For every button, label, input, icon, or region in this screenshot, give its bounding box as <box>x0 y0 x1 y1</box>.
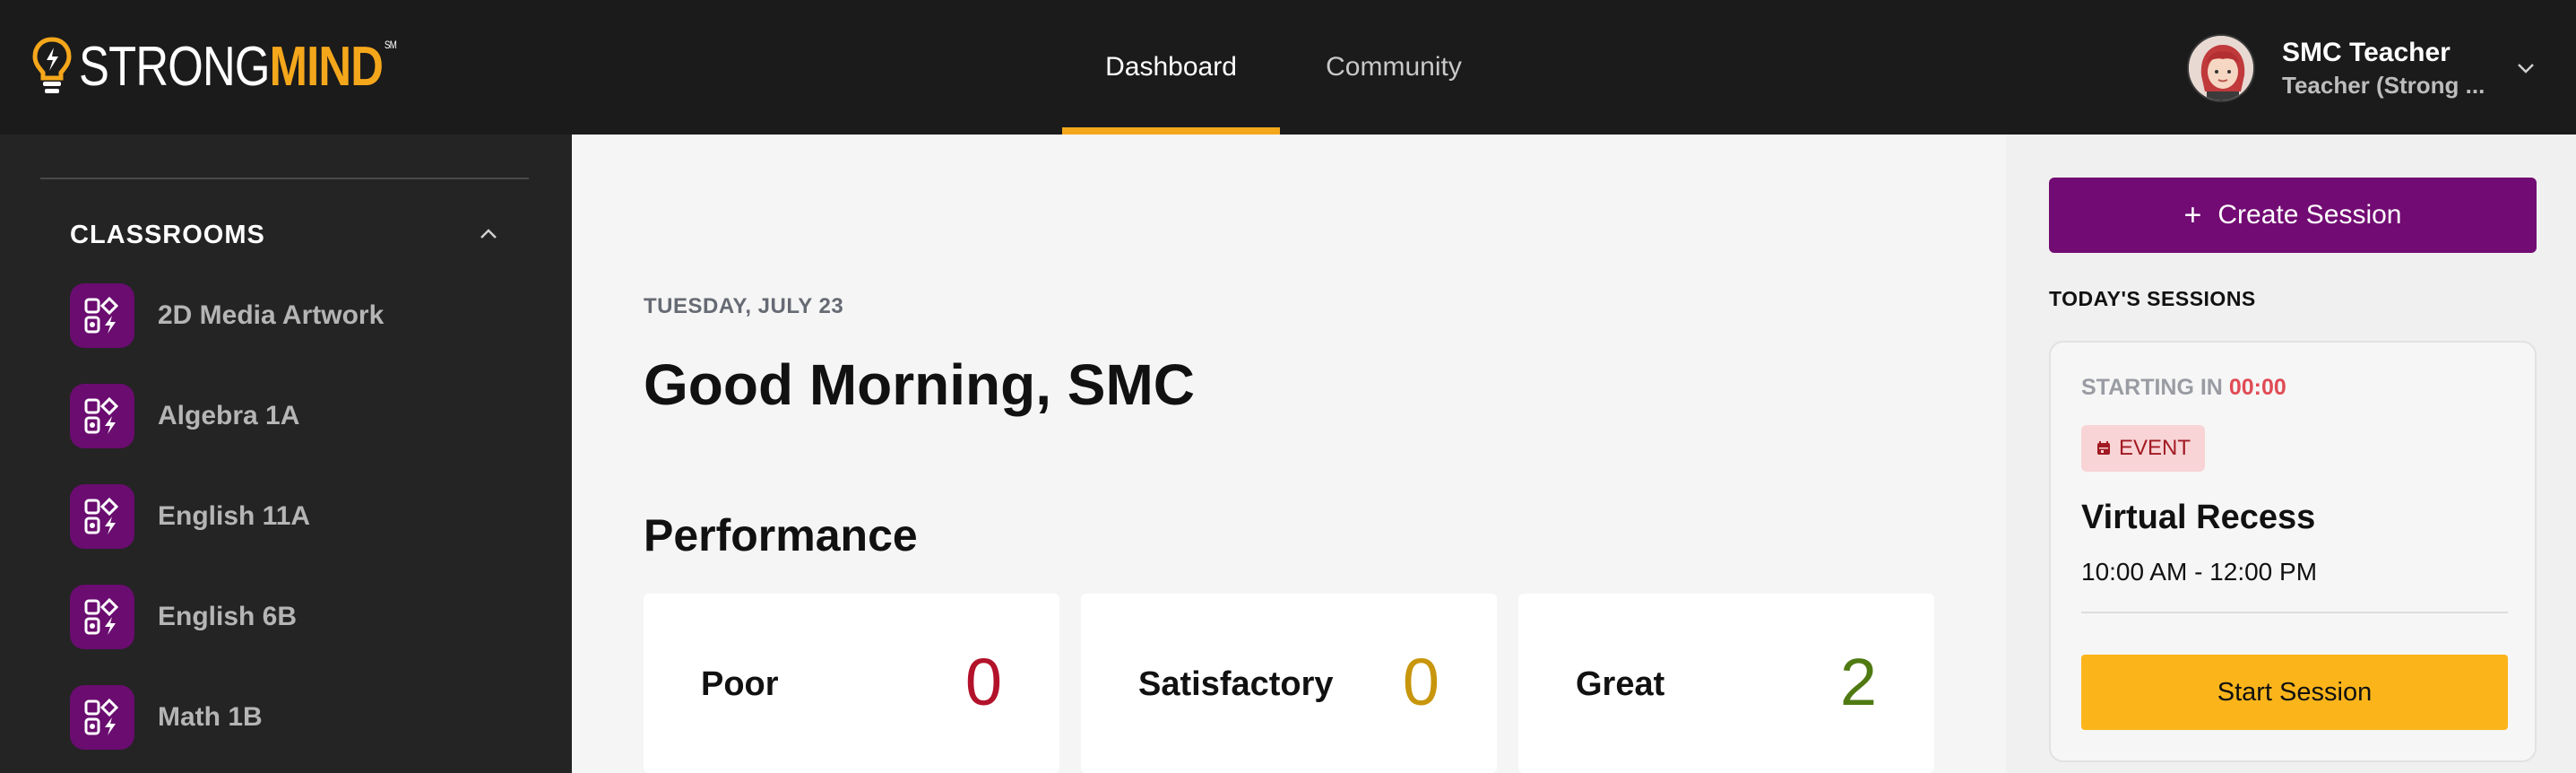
strongmind-logo[interactable]: STRONGMIND SM <box>32 36 466 99</box>
classroom-icon <box>70 484 134 549</box>
performance-card-poor[interactable]: Poor 0 <box>644 594 1059 773</box>
create-session-label: Create Session <box>2217 200 2402 230</box>
sessions-panel: + Create Session TODAY'S SESSIONS STARTI… <box>2006 135 2576 773</box>
user-role: Teacher (Strong ... <box>2282 72 2485 99</box>
plus-icon: + <box>2183 197 2202 232</box>
sidebar-item-label: 2D Media Artwork <box>158 300 385 330</box>
active-tab-indicator <box>1062 127 1280 135</box>
start-session-label: Start Session <box>2217 677 2373 707</box>
classrooms-heading: CLASSROOMS <box>70 221 265 249</box>
starting-time: 00:00 <box>2228 375 2286 400</box>
start-session-button[interactable]: Start Session <box>2081 655 2508 730</box>
avatar <box>2187 34 2255 102</box>
lightbulb-icon <box>32 37 72 93</box>
classroom-icon <box>70 685 134 750</box>
session-title: Virtual Recess <box>2081 499 2316 536</box>
sidebar-item-algebra-1a[interactable]: Algebra 1A <box>70 384 536 448</box>
classroom-icon <box>70 585 134 649</box>
sidebar-item-2d-media-artwork[interactable]: 2D Media Artwork <box>70 283 536 348</box>
todays-sessions-heading: TODAY'S SESSIONS <box>2049 287 2256 310</box>
top-bar: STRONGMIND SM Dashboard Community SMC Tea… <box>0 0 2576 135</box>
user-info: SMC Teacher Teacher (Strong ... <box>2282 36 2524 100</box>
nav-tab-community[interactable]: Community <box>1280 0 1508 135</box>
calendar-icon <box>2097 441 2110 455</box>
create-session-button[interactable]: + Create Session <box>2049 178 2537 253</box>
performance-card-great[interactable]: Great 2 <box>1518 594 1934 773</box>
page-title: Good Morning, SMC <box>644 352 1195 417</box>
session-divider <box>2081 612 2508 613</box>
sidebar-divider <box>40 178 529 179</box>
performance-value: 2 <box>1839 645 1877 719</box>
current-date: TUESDAY, JULY 23 <box>644 294 844 318</box>
sidebar-item-label: Math 1B <box>158 702 263 732</box>
sidebar-item-label: English 6B <box>158 602 298 631</box>
sidebar-item-english-6b[interactable]: English 6B <box>70 585 536 649</box>
main-content: TUESDAY, JULY 23 Good Morning, SMC Perfo… <box>572 135 2006 773</box>
performance-value: 0 <box>1402 645 1439 719</box>
performance-label: Great <box>1576 665 1665 703</box>
starting-label: STARTING IN <box>2081 375 2223 400</box>
session-card: STARTING IN 00:00 EVENT Virtual Recess 1… <box>2049 341 2537 762</box>
event-badge-label: EVENT <box>2119 436 2191 460</box>
event-badge: EVENT <box>2081 425 2206 472</box>
user-name: SMC Teacher <box>2282 38 2451 67</box>
classroom-icon <box>70 283 134 348</box>
performance-heading: Performance <box>644 510 918 560</box>
avatar-illustration <box>2189 36 2253 100</box>
sidebar: CLASSROOMS 2D Media Artwork Algebra 1A E… <box>0 135 572 773</box>
performance-card-satisfactory[interactable]: Satisfactory 0 <box>1081 594 1497 773</box>
classroom-icon <box>70 384 134 448</box>
sidebar-item-math-1b[interactable]: Math 1B <box>70 685 536 750</box>
performance-label: Satisfactory <box>1138 665 1334 703</box>
chevron-down-icon[interactable] <box>2513 56 2538 81</box>
sidebar-item-english-11a[interactable]: English 11A <box>70 484 536 549</box>
sidebar-item-label: English 11A <box>158 501 311 531</box>
performance-label: Poor <box>701 665 779 703</box>
sidebar-item-label: Algebra 1A <box>158 401 300 430</box>
nav-tab-dashboard[interactable]: Dashboard <box>1062 0 1280 135</box>
nav-tab-dashboard-label: Dashboard <box>1105 52 1237 82</box>
session-time: 10:00 AM - 12:00 PM <box>2081 558 2318 586</box>
session-countdown: STARTING IN 00:00 <box>2081 375 2286 401</box>
performance-value: 0 <box>964 645 1002 719</box>
user-menu[interactable]: SMC Teacher Teacher (Strong ... <box>2187 32 2524 104</box>
chevron-up-icon[interactable] <box>475 221 502 248</box>
nav-tab-community-label: Community <box>1326 52 1462 82</box>
logo-text: STRONGMIND SM <box>79 36 397 98</box>
